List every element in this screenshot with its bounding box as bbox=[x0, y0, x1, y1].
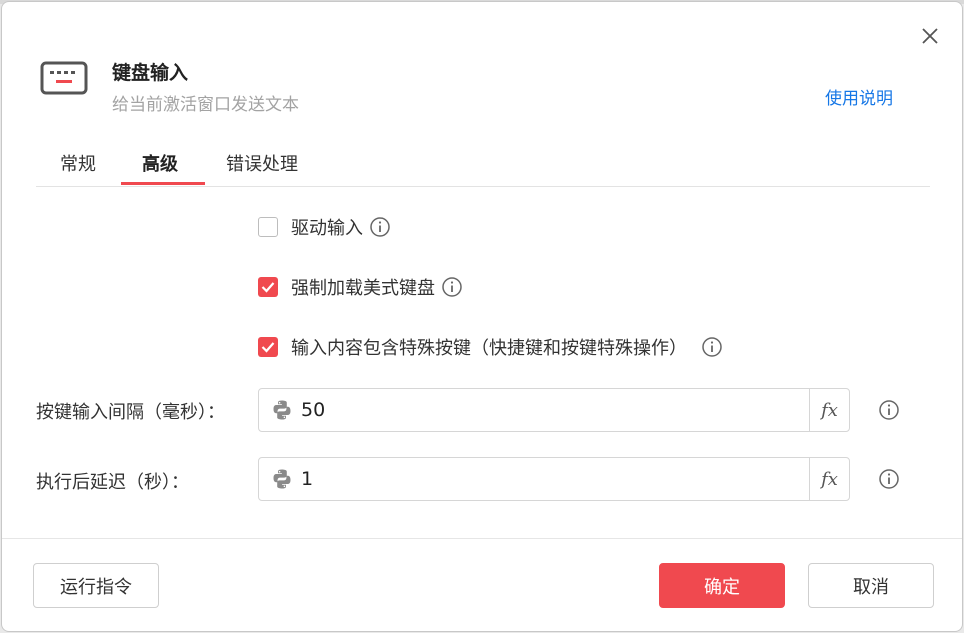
post-delay-label: 执行后延迟（秒）： bbox=[36, 472, 189, 493]
dialog-title: 键盘输入 bbox=[112, 62, 189, 84]
tab-error-handling[interactable]: 错误处理 bbox=[226, 150, 298, 176]
post-delay-value: 1 bbox=[301, 468, 314, 490]
checkbox-driver-input[interactable] bbox=[258, 217, 278, 237]
tab-bar: 常规 高级 错误处理 bbox=[36, 142, 930, 187]
keyboard-input-dialog: 键盘输入 给当前激活窗口发送文本 使用说明 常规 高级 错误处理 驱动输入 强制… bbox=[1, 1, 963, 632]
help-link[interactable]: 使用说明 bbox=[825, 84, 893, 109]
python-icon bbox=[273, 469, 291, 489]
key-interval-value: 50 bbox=[301, 399, 326, 421]
run-command-button[interactable]: 运行指令 bbox=[33, 563, 159, 608]
check-icon bbox=[261, 342, 275, 353]
post-delay-input[interactable]: 1 fx bbox=[258, 457, 850, 501]
key-interval-input[interactable]: 50 fx bbox=[258, 388, 850, 432]
info-icon[interactable] bbox=[878, 468, 900, 490]
info-icon[interactable] bbox=[878, 399, 900, 421]
checkbox-special-keys[interactable] bbox=[258, 337, 278, 357]
cancel-button[interactable]: 取消 bbox=[808, 563, 934, 608]
fx-button[interactable]: fx bbox=[809, 389, 849, 431]
confirm-button[interactable]: 确定 bbox=[659, 563, 785, 608]
close-icon bbox=[922, 28, 938, 44]
tab-advanced[interactable]: 高级 bbox=[142, 150, 178, 176]
close-button[interactable] bbox=[918, 24, 942, 48]
info-icon[interactable] bbox=[441, 276, 463, 298]
keyboard-icon bbox=[40, 61, 88, 95]
option-label: 驱动输入 bbox=[291, 218, 363, 239]
dialog-subtitle: 给当前激活窗口发送文本 bbox=[112, 95, 299, 115]
info-icon[interactable] bbox=[369, 216, 391, 238]
option-label: 输入内容包含特殊按键（快捷键和按键特殊操作） bbox=[291, 338, 687, 359]
check-icon bbox=[261, 282, 275, 293]
info-icon[interactable] bbox=[701, 336, 723, 358]
python-icon bbox=[273, 400, 291, 420]
option-special-keys[interactable]: 输入内容包含特殊按键（快捷键和按键特殊操作） bbox=[258, 334, 723, 360]
tab-general[interactable]: 常规 bbox=[60, 150, 96, 176]
footer-divider bbox=[2, 538, 962, 539]
option-label: 强制加载美式键盘 bbox=[291, 278, 435, 299]
key-interval-label: 按键输入间隔（毫秒）： bbox=[36, 402, 225, 423]
option-force-us-keyboard[interactable]: 强制加载美式键盘 bbox=[258, 274, 463, 300]
active-tab-indicator bbox=[121, 182, 205, 185]
option-driver-input[interactable]: 驱动输入 bbox=[258, 214, 391, 240]
checkbox-force-us-keyboard[interactable] bbox=[258, 277, 278, 297]
fx-button[interactable]: fx bbox=[809, 458, 849, 500]
